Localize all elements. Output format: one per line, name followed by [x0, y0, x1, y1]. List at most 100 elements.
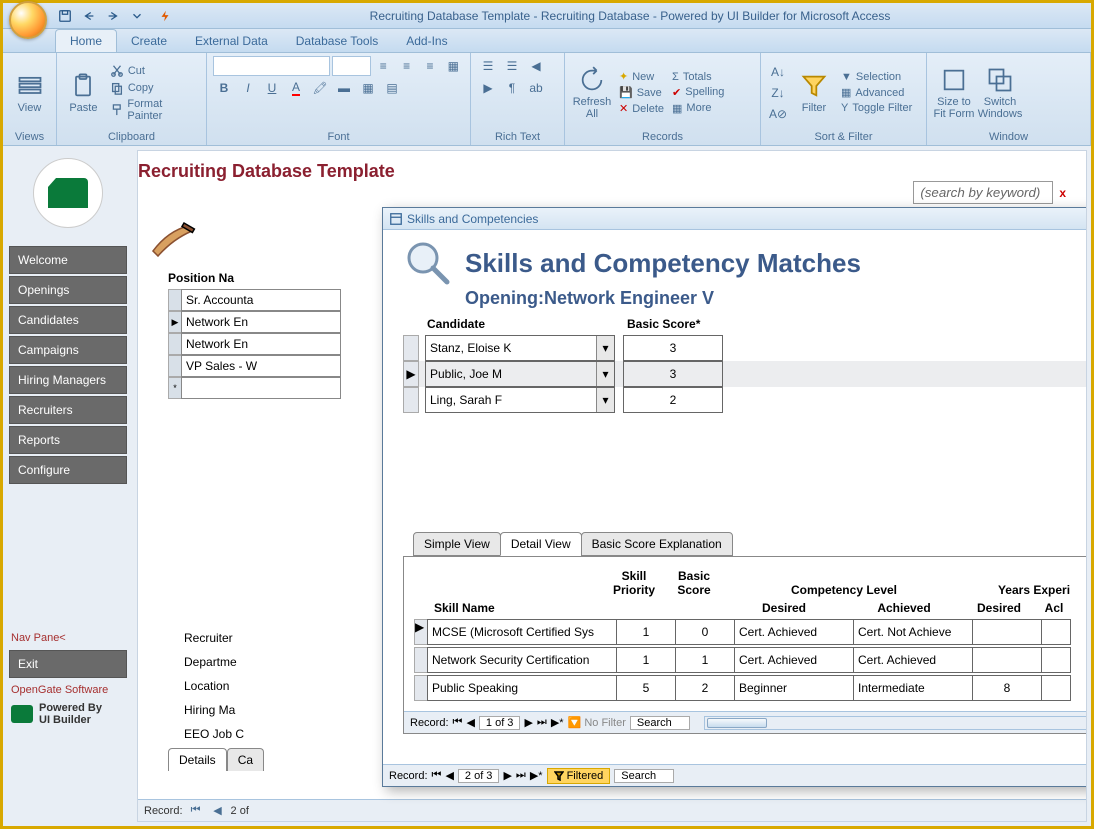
outer-pos[interactable]: 2 of 3: [458, 769, 500, 783]
tab-details[interactable]: Details: [168, 748, 227, 771]
more-button[interactable]: ▦More: [670, 101, 726, 116]
nav-hiring-managers[interactable]: Hiring Managers: [9, 366, 127, 394]
first-record-icon[interactable]: ⏮: [187, 804, 205, 817]
shading-icon[interactable]: ▤: [381, 78, 403, 98]
tab-score-explanation[interactable]: Basic Score Explanation: [581, 532, 733, 556]
skill-desired-field[interactable]: [734, 675, 854, 701]
row-selector[interactable]: [403, 387, 419, 413]
size-fit-button[interactable]: Size to Fit Form: [933, 60, 975, 126]
align-right-icon[interactable]: ≡: [419, 56, 440, 76]
next-icon[interactable]: ▶: [524, 716, 532, 729]
skill-score-field[interactable]: [675, 619, 735, 645]
company-link[interactable]: OpenGate Software: [11, 684, 125, 696]
search-input[interactable]: [913, 181, 1053, 204]
redo-icon[interactable]: [103, 7, 123, 25]
tab-ca[interactable]: Ca: [227, 748, 264, 771]
tab-simple-view[interactable]: Simple View: [413, 532, 501, 556]
years-desired-field[interactable]: [972, 619, 1042, 645]
align-center-icon[interactable]: ≡: [396, 56, 417, 76]
dropdown-icon[interactable]: ▾: [596, 336, 614, 360]
position-field[interactable]: [181, 355, 341, 377]
position-field[interactable]: [181, 289, 341, 311]
clear-sort-icon[interactable]: A⊘: [767, 104, 789, 124]
skill-priority-field[interactable]: [616, 619, 676, 645]
popup-titlebar[interactable]: Skills and Competencies — □ ✕: [383, 208, 1087, 230]
nav-candidates[interactable]: Candidates: [9, 306, 127, 334]
skill-achieved-field[interactable]: [853, 647, 973, 673]
candidate-score[interactable]: 3: [623, 361, 723, 387]
outdent-icon[interactable]: ◀: [525, 56, 547, 76]
skill-name-field[interactable]: [427, 675, 617, 701]
font-color-icon[interactable]: A: [285, 78, 307, 98]
row-selector[interactable]: [168, 355, 182, 377]
fill-icon[interactable]: ▬: [333, 78, 355, 98]
new-rec-icon[interactable]: ▶*: [530, 769, 543, 782]
skill-name-field[interactable]: [427, 647, 617, 673]
candidate-combo[interactable]: Stanz, Eloise K▾: [425, 335, 615, 361]
font-name-combo[interactable]: [213, 56, 330, 76]
numbering-icon[interactable]: ☰: [501, 56, 523, 76]
dropdown-icon[interactable]: ▾: [596, 388, 614, 412]
lightning-icon[interactable]: [155, 7, 175, 25]
row-selector[interactable]: [403, 335, 419, 361]
underline-icon[interactable]: U: [261, 78, 283, 98]
copy-button[interactable]: Copy: [108, 80, 200, 96]
position-field[interactable]: [181, 311, 341, 333]
first-icon[interactable]: ⏮: [453, 716, 463, 729]
skill-priority-field[interactable]: [616, 675, 676, 701]
years-desired-field[interactable]: [972, 647, 1042, 673]
spelling-button[interactable]: ✔Spelling: [670, 85, 726, 100]
rtl-icon[interactable]: ab: [525, 78, 547, 98]
exit-button[interactable]: Exit: [9, 650, 127, 678]
skill-achieved-field[interactable]: [853, 675, 973, 701]
save-record-button[interactable]: 💾Save: [617, 85, 666, 100]
toggle-filter-button[interactable]: YToggle Filter: [839, 101, 914, 115]
last-icon[interactable]: ⏭: [537, 716, 547, 729]
position-field[interactable]: [181, 333, 341, 355]
inner-pos[interactable]: 1 of 3: [479, 716, 521, 730]
filter-button[interactable]: Filter: [793, 60, 835, 126]
first-icon[interactable]: ⏮: [432, 769, 442, 782]
bold-icon[interactable]: B: [213, 78, 235, 98]
skill-desired-field[interactable]: [734, 619, 854, 645]
outer-search[interactable]: Search: [614, 769, 674, 783]
row-selector-current[interactable]: ▶: [168, 311, 182, 333]
skill-name-field[interactable]: [427, 619, 617, 645]
skill-score-field[interactable]: [675, 675, 735, 701]
row-selector[interactable]: [414, 647, 428, 673]
candidate-combo[interactable]: Public, Joe M▾: [425, 361, 615, 387]
nav-recruiters[interactable]: Recruiters: [9, 396, 127, 424]
ribbon-tab-dbtools[interactable]: Database Tools: [282, 30, 393, 52]
row-selector[interactable]: ▶: [403, 361, 419, 387]
position-field-new[interactable]: [181, 377, 341, 399]
nav-welcome[interactable]: Welcome: [9, 246, 127, 274]
row-selector[interactable]: [168, 289, 182, 311]
skill-score-field[interactable]: [675, 647, 735, 673]
new-rec-icon[interactable]: ▶*: [551, 716, 564, 729]
format-painter-button[interactable]: Format Painter: [108, 97, 200, 123]
paste-button[interactable]: Paste: [63, 60, 104, 126]
bullets-icon[interactable]: ☰: [477, 56, 499, 76]
refresh-button[interactable]: Refresh All: [571, 60, 613, 126]
years-achieved-field[interactable]: [1041, 675, 1071, 701]
inner-search[interactable]: Search: [630, 716, 690, 730]
ltr-icon[interactable]: ¶: [501, 78, 523, 98]
prev-record-icon[interactable]: ◀: [209, 804, 227, 817]
skill-desired-field[interactable]: [734, 647, 854, 673]
no-filter-label[interactable]: 🔽 No Filter: [568, 716, 626, 729]
align-left-icon[interactable]: ≡: [373, 56, 394, 76]
years-achieved-field[interactable]: [1041, 647, 1071, 673]
last-icon[interactable]: ⏭: [516, 769, 526, 782]
delete-button[interactable]: ✕Delete: [617, 101, 666, 116]
cut-button[interactable]: Cut: [108, 63, 200, 79]
prev-icon[interactable]: ◀: [466, 716, 474, 729]
tab-detail-view[interactable]: Detail View: [500, 532, 582, 556]
ribbon-tab-home[interactable]: Home: [55, 29, 117, 52]
new-button[interactable]: ✦New: [617, 69, 666, 84]
candidate-combo[interactable]: Ling, Sarah F▾: [425, 387, 615, 413]
grid-icon[interactable]: ▦: [443, 56, 464, 76]
row-selector-new[interactable]: [168, 377, 182, 399]
sort-desc-icon[interactable]: Z↓: [767, 83, 789, 103]
highlight-icon[interactable]: 🖍: [309, 78, 331, 98]
selection-button[interactable]: ▼Selection: [839, 70, 914, 84]
